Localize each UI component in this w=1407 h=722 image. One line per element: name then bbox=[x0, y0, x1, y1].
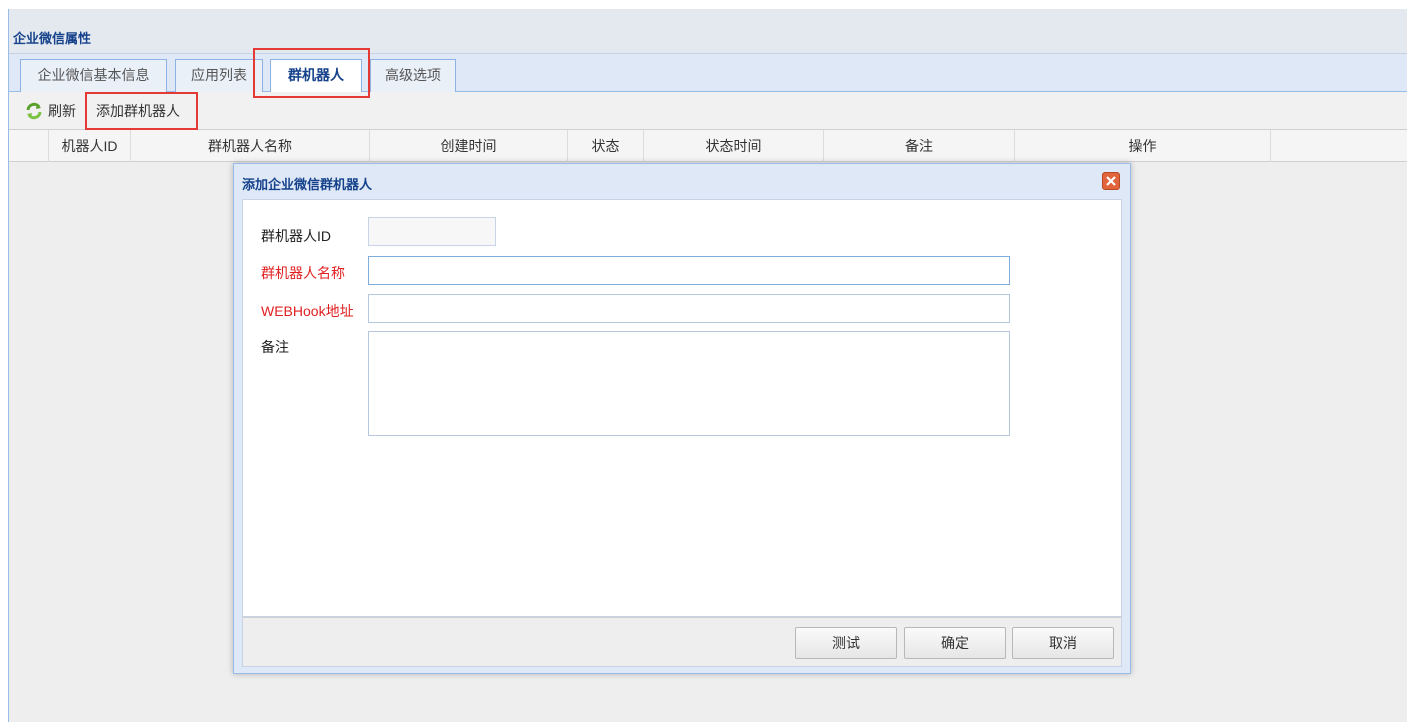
tab-group-robot[interactable]: 群机器人 bbox=[270, 59, 362, 93]
refresh-button[interactable]: 刷新 bbox=[48, 102, 76, 120]
tab-app-list[interactable]: 应用列表 bbox=[175, 59, 263, 92]
refresh-icon[interactable] bbox=[25, 102, 43, 120]
close-icon[interactable] bbox=[1102, 172, 1120, 190]
grid-col-status-time[interactable]: 状态时间 bbox=[644, 130, 824, 162]
robot-name-label: 群机器人名称 bbox=[261, 265, 345, 281]
grid-col-robot-id[interactable]: 机器人ID bbox=[49, 130, 131, 162]
add-group-robot-button[interactable]: 添加群机器人 bbox=[96, 102, 180, 120]
tab-advanced-options[interactable]: 高级选项 bbox=[370, 59, 456, 92]
grid-col-remark[interactable]: 备注 bbox=[824, 130, 1015, 162]
test-button[interactable]: 测试 bbox=[795, 627, 897, 659]
cancel-button[interactable]: 取消 bbox=[1012, 627, 1114, 659]
robot-id-label: 群机器人ID bbox=[261, 228, 331, 244]
remark-label: 备注 bbox=[261, 339, 289, 355]
tab-strip: 企业微信基本信息 应用列表 群机器人 高级选项 bbox=[9, 54, 1407, 93]
grid-header: 机器人ID 群机器人名称 创建时间 状态 状态时间 备注 操作 bbox=[9, 130, 1407, 162]
grid-col-status[interactable]: 状态 bbox=[568, 130, 644, 162]
panel-title: 企业微信属性 bbox=[13, 31, 92, 46]
toolbar: 刷新 添加群机器人 bbox=[9, 92, 1407, 130]
grid-col-created-time[interactable]: 创建时间 bbox=[370, 130, 568, 162]
webhook-label: WEBHook地址 bbox=[261, 303, 354, 319]
toolbar-separator bbox=[85, 102, 86, 120]
grid-col-actions[interactable]: 操作 bbox=[1015, 130, 1271, 162]
dialog-title: 添加企业微信群机器人 bbox=[242, 177, 373, 192]
robot-id-input[interactable] bbox=[368, 217, 496, 246]
add-robot-dialog: 添加企业微信群机器人 群机器人ID 群机器人名称 WEBHook地址 备注 测试… bbox=[233, 163, 1131, 674]
dialog-form: 群机器人ID 群机器人名称 WEBHook地址 备注 bbox=[242, 199, 1122, 617]
dialog-footer: 测试 确定 取消 bbox=[242, 617, 1122, 667]
grid-checkbox-column bbox=[9, 130, 49, 162]
webhook-input[interactable] bbox=[368, 294, 1010, 323]
top-strip bbox=[0, 0, 1407, 9]
tab-basic-info[interactable]: 企业微信基本信息 bbox=[20, 59, 167, 92]
grid-col-robot-name[interactable]: 群机器人名称 bbox=[131, 130, 370, 162]
robot-name-input[interactable] bbox=[368, 256, 1010, 285]
panel-header: 企业微信属性 bbox=[9, 9, 1407, 54]
remark-textarea[interactable] bbox=[368, 331, 1010, 436]
confirm-button[interactable]: 确定 bbox=[904, 627, 1006, 659]
